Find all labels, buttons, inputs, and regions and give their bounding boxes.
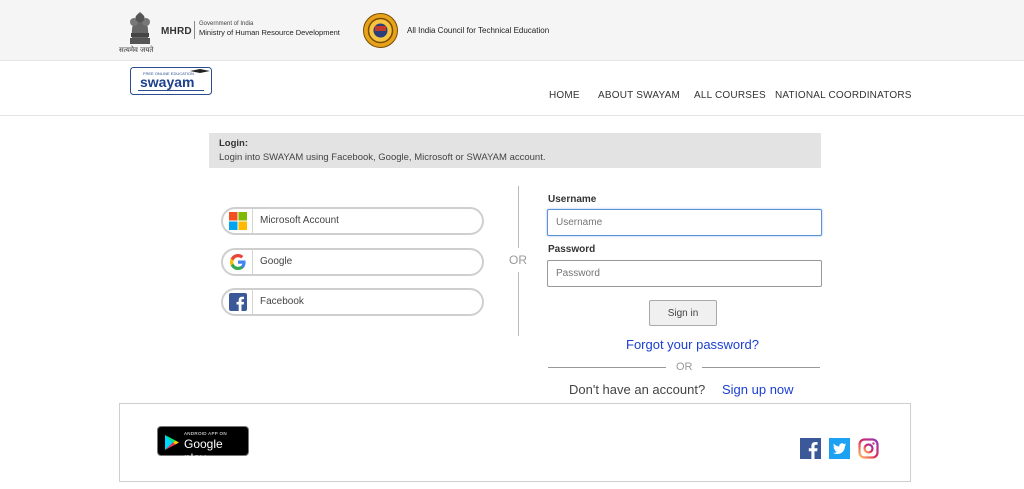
swayam-logo[interactable]: FREE ONLINE EDUCATION swayam [130,67,212,95]
header-divider [194,21,195,39]
microsoft-login-button[interactable]: Microsoft Account [221,207,484,235]
microsoft-label: Microsoft Account [260,215,339,226]
government-label: Government of India [199,21,254,27]
divider-or-label: OR [509,253,527,267]
google-login-button[interactable]: Google [221,248,484,276]
facebook-login-button[interactable]: Facebook [221,288,484,316]
twitter-social-icon[interactable] [829,438,850,459]
aicte-logo-icon [363,13,398,48]
or-line-right [702,367,820,368]
no-account-text: Don't have an account? [569,382,706,397]
google-play-text: Google play [184,437,223,465]
vertical-divider-top [518,186,519,248]
google-play-icon [165,435,179,450]
username-input[interactable] [547,209,822,236]
password-input[interactable] [547,260,822,287]
emblem-caption: सत्यमेव जयते [119,46,154,54]
facebook-social-icon[interactable] [800,438,821,459]
nav-national-coordinators[interactable]: NATIONAL COORDINATORS [775,90,912,101]
google-play-small-text: ANDROID APP ON [184,431,227,436]
instagram-social-icon[interactable] [858,438,879,459]
microsoft-icon [229,212,247,230]
ministry-label: Ministry of Human Resource Development [199,28,340,37]
form-or-label: OR [676,361,693,373]
sign-in-button[interactable]: Sign in [649,300,717,326]
aicte-label: All India Council for Technical Educatio… [407,26,550,35]
facebook-label: Facebook [260,296,304,307]
google-icon [230,254,246,270]
nav-all-courses[interactable]: ALL COURSES [694,90,766,101]
password-label: Password [548,244,596,255]
swayam-wordmark: swayam [140,74,194,90]
login-banner: Login: Login into SWAYAM using Facebook,… [209,133,821,168]
vertical-divider-bottom [518,272,519,336]
mhrd-label: MHRD [161,26,192,37]
google-label: Google [260,256,293,267]
login-title: Login: [219,138,249,149]
username-label: Username [548,194,597,205]
nav-about-swayam[interactable]: ABOUT SWAYAM [598,90,680,101]
nav-home[interactable]: HOME [549,90,580,101]
google-play-badge[interactable]: ANDROID APP ON Google play [157,426,249,465]
or-line-left [548,367,666,368]
login-subtitle: Login into SWAYAM using Facebook, Google… [219,152,546,163]
sign-up-link[interactable]: Sign up now [722,382,794,397]
facebook-icon [229,293,247,311]
forgot-password-link[interactable]: Forgot your password? [626,337,759,352]
